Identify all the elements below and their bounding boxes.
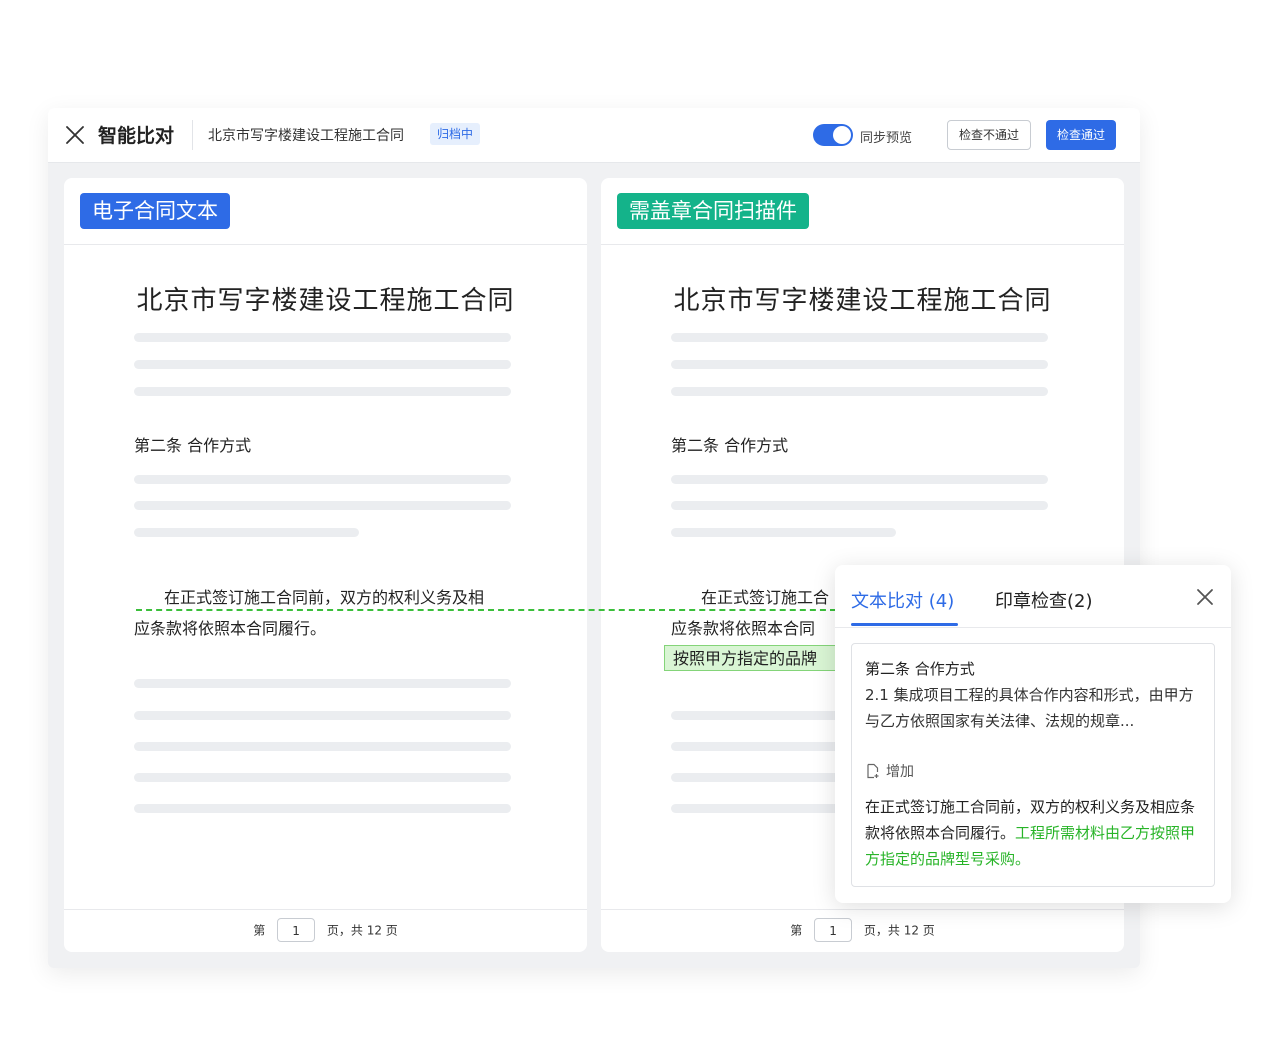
page-number-input[interactable]: 1	[814, 918, 853, 942]
placeholder-line	[671, 387, 1048, 396]
placeholder-line	[134, 333, 511, 342]
pager: 第 1 页，共 12 页	[64, 918, 587, 942]
placeholder-line	[671, 360, 1048, 369]
change-type: 增加	[865, 761, 914, 781]
section-heading: 第二条 合作方式	[134, 436, 252, 455]
top-bar: 智能比对 北京市写字楼建设工程施工合同 归档中 同步预览 检查不通过 检查通过	[48, 108, 1140, 163]
panel-header: 需盖章合同扫描件	[601, 178, 1124, 245]
section-heading: 第二条 合作方式	[671, 436, 789, 455]
placeholder-line	[134, 679, 511, 688]
electronic-contract-tag: 电子合同文本	[80, 193, 230, 229]
pager-suffix: 页，共 12 页	[863, 923, 935, 938]
active-tab-indicator	[851, 623, 958, 626]
change-type-label: 增加	[886, 764, 914, 780]
placeholder-line	[134, 804, 511, 813]
tab-text-compare[interactable]: 文本比对 (4)	[851, 587, 954, 613]
compared-paragraph: 在正式签订施工合同前，双方的权利义务及相 应条款将依照本合同履行。	[134, 582, 534, 644]
pager-suffix: 页，共 12 页	[326, 923, 398, 938]
page-number-input[interactable]: 1	[277, 918, 316, 942]
card-description: 2.1 集成项目工程的具体合作内容和形式，由甲方与乙方依照国家有关法律、法规的规…	[865, 686, 1194, 730]
status-badge: 归档中	[430, 123, 481, 145]
tab-seal-check[interactable]: 印章检查(2)	[995, 587, 1093, 613]
close-icon[interactable]	[1195, 587, 1215, 607]
placeholder-line	[134, 360, 511, 369]
pager: 第 1 页，共 12 页	[601, 918, 1124, 942]
check-pass-button[interactable]: 检查通过	[1046, 120, 1117, 150]
contract-title: 北京市写字楼建设工程施工合同	[673, 286, 1052, 316]
app-title: 智能比对	[98, 125, 175, 147]
divider	[192, 120, 193, 150]
close-icon[interactable]	[64, 124, 86, 146]
placeholder-line	[671, 475, 1048, 484]
placeholder-line	[134, 528, 359, 537]
placeholder-line	[671, 333, 1048, 342]
placeholder-line	[134, 501, 511, 510]
card-compared-text: 在正式签订施工合同前，双方的权利义务及相应条款将依照本合同履行。工程所需材料由乙…	[865, 794, 1205, 872]
placeholder-line	[134, 387, 511, 396]
placeholder-line	[134, 742, 511, 751]
document-name: 北京市写字楼建设工程施工合同	[208, 128, 404, 144]
placeholder-line	[134, 475, 511, 484]
paragraph-line: 应条款将依照本合同履行。	[134, 619, 327, 638]
card-section-heading: 第二条 合作方式	[865, 660, 975, 678]
placeholder-line	[134, 773, 511, 782]
toggle-knob	[833, 126, 851, 144]
sync-preview-toggle[interactable]	[813, 124, 853, 146]
placeholder-line	[134, 711, 511, 720]
pager-prefix: 第	[790, 923, 803, 938]
placeholder-line	[671, 501, 1048, 510]
placeholder-line	[671, 528, 896, 537]
pagination: 第 1 页，共 12 页	[601, 909, 1124, 952]
pagination: 第 1 页，共 12 页	[64, 909, 587, 952]
tab-divider	[835, 627, 1231, 628]
scanned-contract-tag: 需盖章合同扫描件	[617, 193, 809, 229]
comparison-result-popup: 文本比对 (4) 印章检查(2) 第二条 合作方式 2.1 集成项目工程的具体合…	[835, 565, 1231, 903]
check-fail-button[interactable]: 检查不通过	[947, 120, 1032, 150]
document-add-icon	[867, 763, 879, 779]
pager-prefix: 第	[253, 923, 266, 938]
panel-header: 电子合同文本	[64, 178, 587, 245]
electronic-contract-panel: 电子合同文本 北京市写字楼建设工程施工合同 第二条 合作方式 在正式签订施工合同…	[64, 178, 587, 952]
sync-preview-label: 同步预览	[860, 131, 913, 146]
comparison-connector-line	[136, 609, 836, 611]
contract-title: 北京市写字楼建设工程施工合同	[136, 286, 515, 316]
difference-card[interactable]: 第二条 合作方式 2.1 集成项目工程的具体合作内容和形式，由甲方与乙方依照国家…	[851, 643, 1215, 887]
